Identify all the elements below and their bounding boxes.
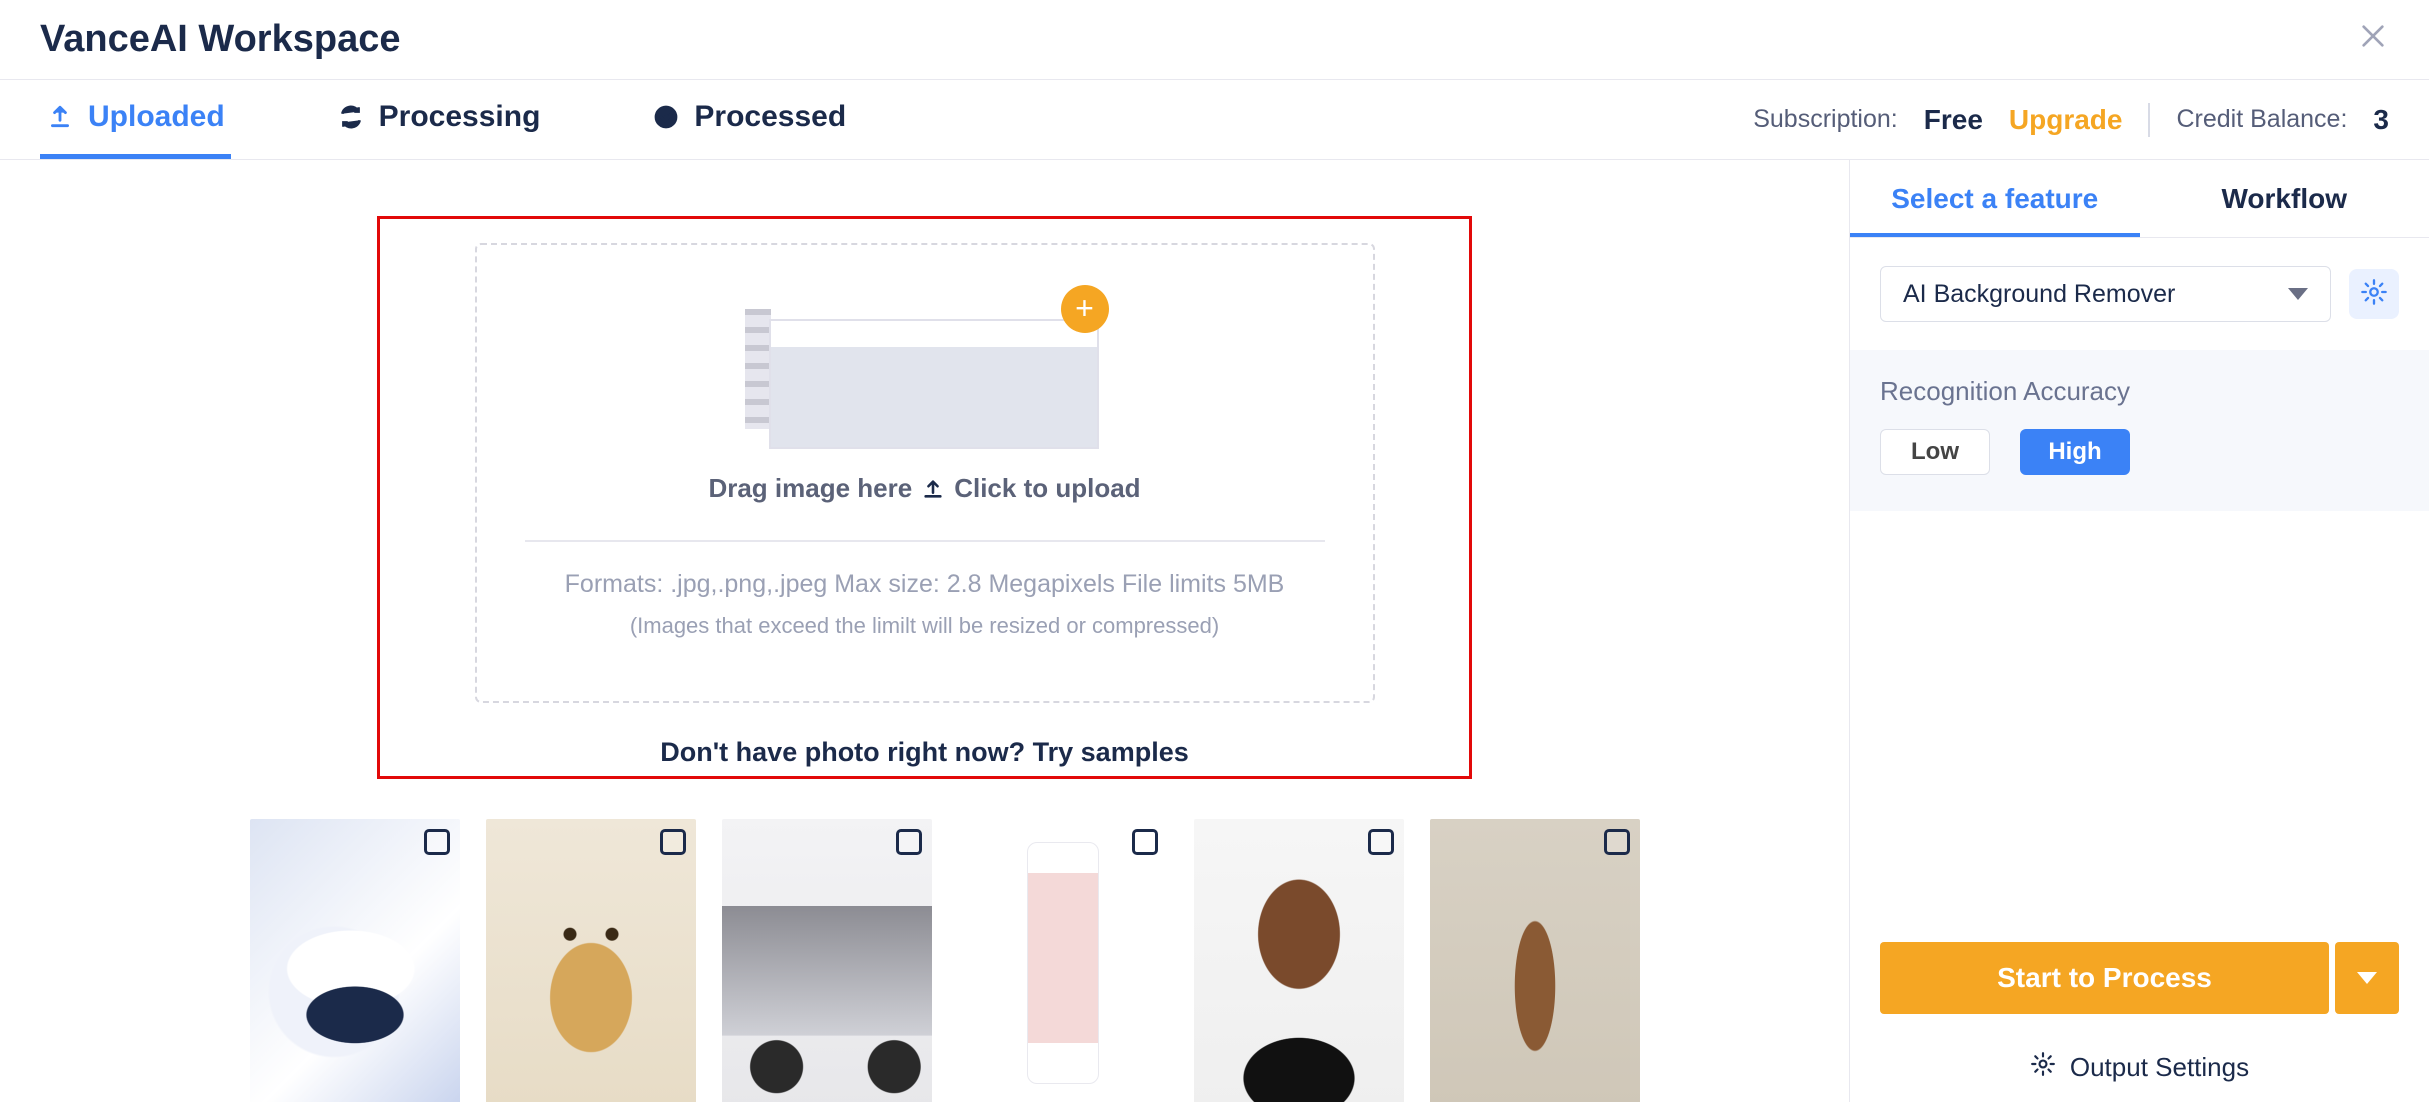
highlight-box: + Drag image here Click to upload Format… <box>377 216 1472 779</box>
plus-icon: + <box>1061 285 1109 333</box>
sample-thumbnail[interactable] <box>250 819 460 1102</box>
checkbox-icon[interactable] <box>1604 829 1630 855</box>
divider <box>2148 103 2150 137</box>
feature-row: AI Background Remover <box>1850 238 2429 350</box>
credit-value: 3 <box>2373 104 2389 136</box>
resize-note: (Images that exceed the limilt will be r… <box>630 613 1219 639</box>
aside-tabs: Select a feature Workflow <box>1850 160 2429 238</box>
accuracy-high-button[interactable]: High <box>2020 429 2130 475</box>
aside-column: Select a feature Workflow AI Background … <box>1849 160 2429 1102</box>
checkbox-icon[interactable] <box>1368 829 1394 855</box>
sync-icon <box>337 103 365 131</box>
upgrade-link[interactable]: Upgrade <box>2009 104 2123 136</box>
accuracy-toggle: Low High <box>1880 429 2399 475</box>
main-column: + Drag image here Click to upload Format… <box>0 160 1849 1102</box>
sample-thumbnail[interactable] <box>958 819 1168 1102</box>
tab-label: Uploaded <box>88 100 225 134</box>
gear-icon <box>2360 278 2388 311</box>
formats-text: Formats: .jpg,.png,.jpeg Max size: 2.8 M… <box>565 570 1285 599</box>
feature-selected-label: AI Background Remover <box>1903 280 2175 309</box>
upload-dropzone[interactable]: + Drag image here Click to upload Format… <box>475 243 1375 703</box>
drag-text: Drag image here <box>708 473 912 504</box>
tab-processing[interactable]: Processing <box>331 80 547 159</box>
sample-thumbnail[interactable] <box>722 819 932 1102</box>
check-circle-icon <box>652 103 680 131</box>
dropzone-instruction: Drag image here Click to upload <box>708 473 1140 504</box>
upload-icon <box>46 103 74 131</box>
placeholder-image-icon: + <box>745 293 1105 443</box>
sample-thumbnail[interactable] <box>1194 819 1404 1102</box>
tab-uploaded[interactable]: Uploaded <box>40 80 231 159</box>
sample-thumbnail[interactable] <box>486 819 696 1102</box>
upload-inline-icon <box>922 478 944 500</box>
subscription-value: Free <box>1924 104 1983 136</box>
recognition-accuracy-label: Recognition Accuracy <box>1880 376 2399 407</box>
window-title: VanceAI Workspace <box>40 18 400 61</box>
credit-label: Credit Balance: <box>2176 105 2347 134</box>
accuracy-low-button[interactable]: Low <box>1880 429 1990 475</box>
divider <box>525 540 1325 542</box>
chevron-down-icon <box>2357 972 2377 984</box>
try-samples-text: Don't have photo right now? Try samples <box>380 737 1469 768</box>
output-settings-button[interactable]: Output Settings <box>1850 1032 2429 1102</box>
body: + Drag image here Click to upload Format… <box>0 160 2429 1102</box>
process-row: Start to Process <box>1850 942 2429 1014</box>
spacer <box>1850 511 2429 942</box>
aside-tab-workflow[interactable]: Workflow <box>2140 160 2429 237</box>
close-icon[interactable] <box>2357 19 2389 61</box>
checkbox-icon[interactable] <box>660 829 686 855</box>
tab-label: Processing <box>379 100 541 134</box>
title-bar: VanceAI Workspace <box>0 0 2429 80</box>
start-process-button[interactable]: Start to Process <box>1880 942 2329 1014</box>
checkbox-icon[interactable] <box>1132 829 1158 855</box>
sample-thumbnail[interactable] <box>1430 819 1640 1102</box>
chevron-down-icon <box>2288 288 2308 300</box>
recognition-box: Recognition Accuracy Low High <box>1850 350 2429 511</box>
account-info: Subscription: Free Upgrade Credit Balanc… <box>1753 103 2389 137</box>
tab-label: Processed <box>694 100 846 134</box>
feature-select[interactable]: AI Background Remover <box>1880 266 2331 322</box>
gear-icon <box>2030 1051 2056 1084</box>
feature-settings-button[interactable] <box>2349 269 2399 319</box>
tabs-bar: Uploaded Processing Processed Subscripti… <box>0 80 2429 160</box>
sample-list <box>40 819 1809 1102</box>
process-dropdown-button[interactable] <box>2335 942 2399 1014</box>
aside-tab-feature[interactable]: Select a feature <box>1850 160 2140 237</box>
tab-processed[interactable]: Processed <box>646 80 852 159</box>
output-settings-label: Output Settings <box>2070 1052 2249 1083</box>
tabs-left: Uploaded Processing Processed <box>40 80 852 159</box>
checkbox-icon[interactable] <box>896 829 922 855</box>
click-to-upload-link[interactable]: Click to upload <box>954 473 1140 504</box>
checkbox-icon[interactable] <box>424 829 450 855</box>
subscription-label: Subscription: <box>1753 105 1898 134</box>
